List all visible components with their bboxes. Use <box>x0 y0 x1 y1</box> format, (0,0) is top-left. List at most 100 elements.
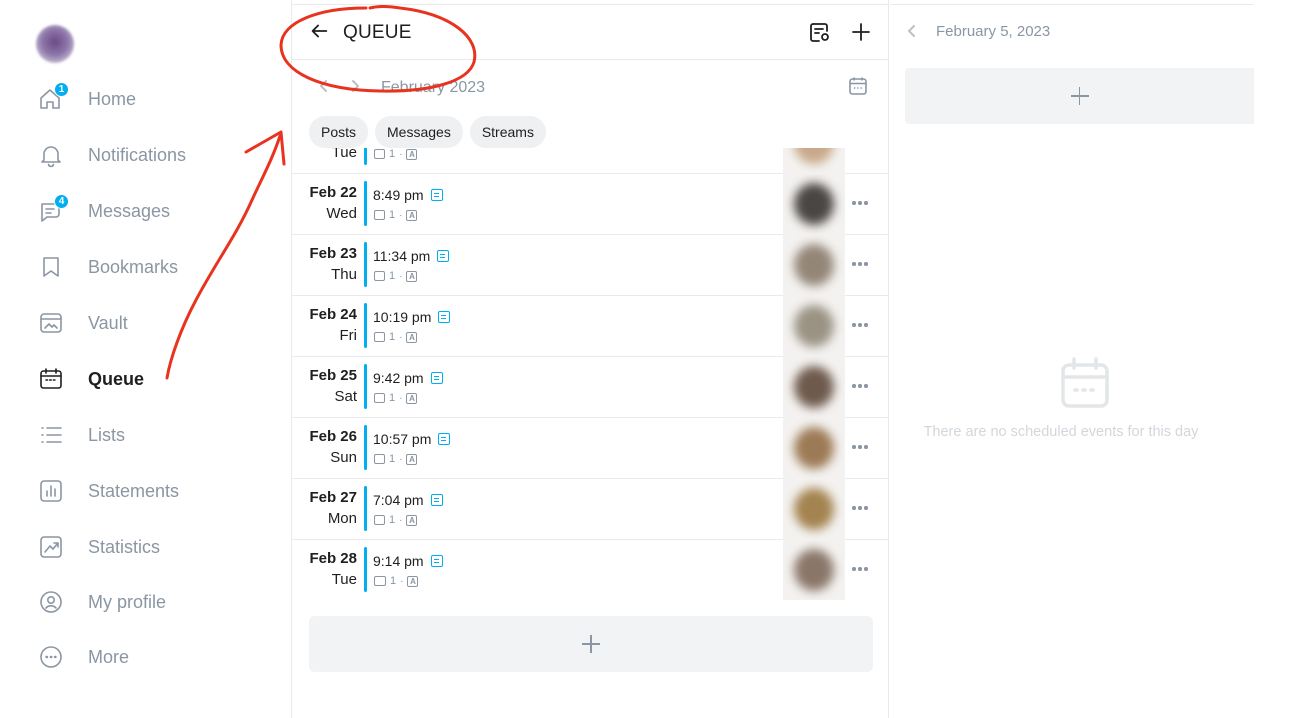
prev-month-button[interactable] <box>317 79 333 95</box>
messages-badge: 4 <box>54 194 69 209</box>
arrow-left-icon <box>311 24 328 38</box>
plus-icon <box>581 634 601 654</box>
row-time: 11:34 pm <box>373 248 450 264</box>
row-more-button[interactable] <box>847 497 873 519</box>
chevron-right-icon <box>352 80 359 92</box>
row-thumbnail[interactable] <box>783 479 845 540</box>
media-count: 1 <box>389 148 396 160</box>
row-more-button[interactable] <box>847 253 873 275</box>
row-accent-bar <box>364 364 367 409</box>
prev-day-button[interactable] <box>905 24 921 40</box>
row-thumbnail[interactable] <box>783 296 845 357</box>
sidebar-item-label: Statistics <box>88 536 161 557</box>
queue-header: QUEUE <box>292 5 888 60</box>
add-to-queue-button[interactable] <box>309 616 873 672</box>
queue-row[interactable]: Feb 26 Sun 10:57 pm 1 · A <box>292 418 888 479</box>
sidebar-item-my-profile[interactable]: My profile <box>0 580 280 624</box>
row-more-button[interactable] <box>847 375 873 397</box>
row-thumbnail[interactable] <box>783 174 845 235</box>
media-count: 1 <box>389 392 396 404</box>
row-accent-bar <box>364 486 367 531</box>
sidebar-item-label: Lists <box>88 424 126 445</box>
queue-row-partial[interactable]: Tue 1 · A <box>292 148 888 174</box>
sidebar-item-home[interactable]: 1 Home <box>0 77 280 121</box>
row-meta: 1 · A <box>374 209 418 221</box>
sidebar-item-statements[interactable]: Statements <box>0 469 280 513</box>
calendar-view-button[interactable] <box>848 76 870 98</box>
row-more-button[interactable] <box>847 314 873 336</box>
queue-row[interactable]: Feb 24 Fri 10:19 pm 1 · A <box>292 296 888 357</box>
time-text: 9:14 pm <box>373 553 424 569</box>
row-day-of-week: Sun <box>330 449 357 466</box>
sidebar-item-label: Queue <box>88 368 145 389</box>
sidebar-item-messages[interactable]: 4 Messages <box>0 189 280 233</box>
chip-streams[interactable]: Streams <box>469 116 546 148</box>
row-more-button[interactable] <box>847 558 873 580</box>
post-icon <box>437 250 450 262</box>
sidebar-item-lists[interactable]: Lists <box>0 413 280 457</box>
image-icon <box>374 515 385 525</box>
row-month-day: Feb 25 <box>309 367 357 384</box>
queue-list-button[interactable] <box>808 20 834 46</box>
statements-icon <box>38 478 64 504</box>
row-month-day: Feb 23 <box>309 245 357 262</box>
calendar-icon <box>849 77 867 95</box>
thumbnail-blur <box>794 183 834 225</box>
media-count: 1 <box>389 453 396 465</box>
row-time: 9:14 pm <box>373 553 443 569</box>
chevron-left-icon <box>908 25 915 37</box>
row-accent-bar <box>364 425 367 470</box>
post-icon <box>430 494 443 506</box>
text-icon: A <box>406 392 418 404</box>
row-thumbnail[interactable] <box>783 540 845 600</box>
queue-row[interactable]: Feb 27 Mon 7:04 pm 1 · A <box>292 479 888 540</box>
row-thumbnail[interactable] <box>783 148 845 174</box>
row-thumbnail[interactable] <box>783 357 845 418</box>
sidebar-item-bookmarks[interactable]: Bookmarks <box>0 245 280 289</box>
thumbnail-blur <box>794 305 834 347</box>
sidebar-item-notifications[interactable]: Notifications <box>0 133 280 177</box>
row-accent-bar <box>364 303 367 348</box>
row-day-of-week: Tue <box>331 148 357 161</box>
dot-separator: · <box>399 514 403 526</box>
row-more-button[interactable] <box>847 436 873 458</box>
more-icon <box>38 644 64 670</box>
bell-icon <box>38 142 64 168</box>
sidebar-item-queue[interactable]: Queue <box>0 357 280 401</box>
thumbnail-blur <box>794 366 834 408</box>
row-thumbnail[interactable] <box>783 235 845 296</box>
vault-icon <box>38 310 64 336</box>
sidebar-item-statistics[interactable]: Statistics <box>0 525 280 569</box>
sidebar-item-more[interactable]: More <box>0 635 280 679</box>
dot-separator: · <box>399 270 403 282</box>
avatar[interactable] <box>36 25 74 63</box>
time-text: 8:49 pm <box>373 187 424 203</box>
queue-row[interactable]: Feb 25 Sat 9:42 pm 1 · A <box>292 357 888 418</box>
sidebar-item-label: Vault <box>88 312 128 333</box>
row-more-button[interactable] <box>847 192 873 214</box>
row-meta: 1 · A <box>374 270 418 282</box>
list-icon <box>38 422 64 448</box>
queue-row[interactable]: Feb 23 Thu 11:34 pm 1 · A <box>292 235 888 296</box>
queue-row[interactable]: Feb 28 Tue 9:14 pm 1 · A <box>292 540 888 600</box>
sidebar-item-vault[interactable]: Vault <box>0 301 280 345</box>
image-icon <box>374 393 385 403</box>
media-count: 1 <box>389 209 396 221</box>
chip-posts[interactable]: Posts <box>309 116 369 148</box>
back-button[interactable] <box>308 20 332 44</box>
queue-row[interactable]: Feb 22 Wed 8:49 pm 1 · A <box>292 174 888 235</box>
row-thumbnail[interactable] <box>783 418 845 479</box>
row-date: Feb 24 Fri <box>292 305 357 347</box>
row-date: Feb 23 Thu <box>292 244 357 286</box>
image-icon <box>374 332 385 342</box>
add-event-button[interactable] <box>905 68 1254 124</box>
list-settings-icon <box>810 23 829 42</box>
queue-panel: QUEUE February 2023 Posts Messages Strea… <box>291 0 889 718</box>
next-month-button[interactable] <box>348 79 364 95</box>
calendar-icon <box>38 366 64 392</box>
media-count: 1 <box>389 514 396 526</box>
row-day-of-week: Sat <box>334 388 357 405</box>
add-button[interactable] <box>849 20 875 46</box>
chip-messages[interactable]: Messages <box>375 116 463 148</box>
row-accent-bar <box>364 242 367 287</box>
